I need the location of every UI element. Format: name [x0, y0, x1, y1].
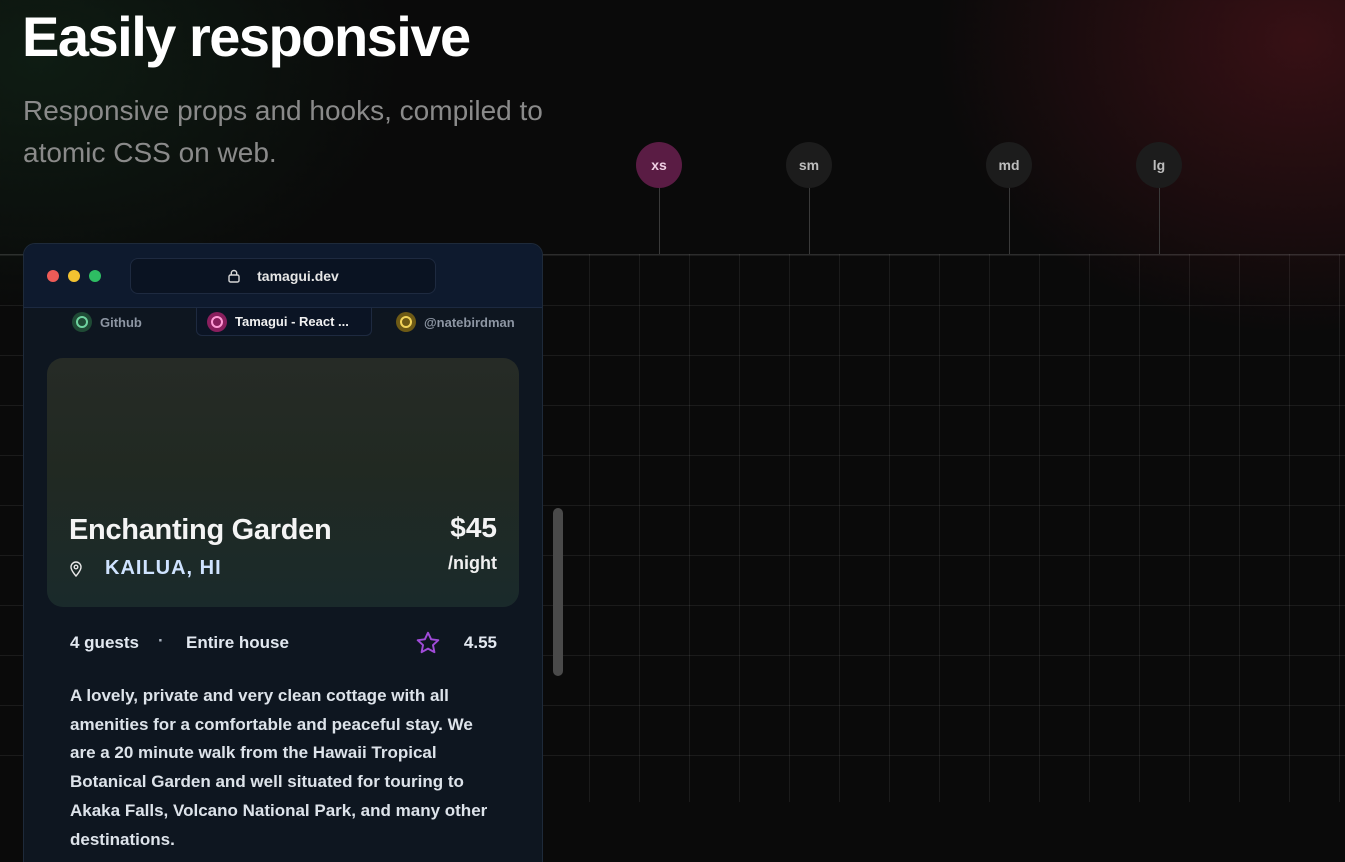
breakpoint-line-sm	[809, 186, 810, 254]
listing-image-card[interactable]: Enchanting Garden KAILUA, HI $45 /night	[47, 358, 519, 607]
natebirdman-tab-icon	[396, 312, 416, 332]
tab-natebirdman[interactable]: @natebirdman	[396, 308, 536, 336]
window-close-button[interactable]	[47, 270, 59, 282]
tab-tamagui[interactable]: Tamagui - React ...	[196, 308, 372, 336]
breakpoint-line-lg	[1159, 186, 1160, 254]
hero-subtitle: Responsive props and hooks, compiled to …	[23, 95, 543, 168]
breakpoint-sm-button[interactable]: sm	[786, 142, 832, 188]
breakpoint-line-xs	[659, 186, 660, 254]
breakpoint-md-button[interactable]: md	[986, 142, 1032, 188]
browser-window: tamagui.dev Github Tamagui - React ... @…	[23, 243, 543, 862]
breakpoint-xs-button[interactable]: xs	[636, 142, 682, 188]
url-text: tamagui.dev	[257, 268, 339, 284]
listing-location: KAILUA, HI	[69, 557, 222, 580]
scrollbar-thumb[interactable]	[553, 508, 563, 676]
window-maximize-button[interactable]	[89, 270, 101, 282]
hero-title: Easily responsive	[22, 5, 471, 68]
listing-meta: 4 guests · Entire house 4.55	[70, 630, 497, 657]
tab-github[interactable]: Github	[72, 308, 194, 336]
lock-icon	[228, 269, 240, 283]
window-minimize-button[interactable]	[68, 270, 80, 282]
listing-description: A lovely, private and very clean cottage…	[70, 686, 488, 849]
tab-label: @natebirdman	[424, 314, 515, 330]
tab-label: Github	[100, 314, 142, 330]
meta-separator: ·	[158, 631, 164, 650]
property-type: Entire house	[186, 633, 289, 652]
rating-value: 4.55	[463, 633, 497, 652]
guests-count: 4 guests	[70, 633, 139, 652]
map-pin-icon	[70, 560, 82, 577]
browser-tabs: Github Tamagui - React ... @natebirdman	[24, 308, 542, 336]
github-tab-icon	[72, 312, 92, 332]
tab-label: Tamagui - React ...	[235, 314, 349, 329]
url-bar[interactable]: tamagui.dev	[130, 258, 436, 294]
breakpoint-lg-button[interactable]: lg	[1136, 142, 1182, 188]
price-unit: /night	[448, 553, 497, 573]
breakpoint-line-md	[1009, 186, 1010, 254]
location-text: KAILUA, HI	[105, 557, 222, 579]
listing-title: Enchanting Garden	[69, 514, 332, 546]
star-icon[interactable]	[415, 630, 441, 656]
browser-toolbar: tamagui.dev	[24, 244, 542, 308]
listing-price: $45	[450, 512, 497, 543]
tamagui-tab-icon	[207, 311, 227, 332]
